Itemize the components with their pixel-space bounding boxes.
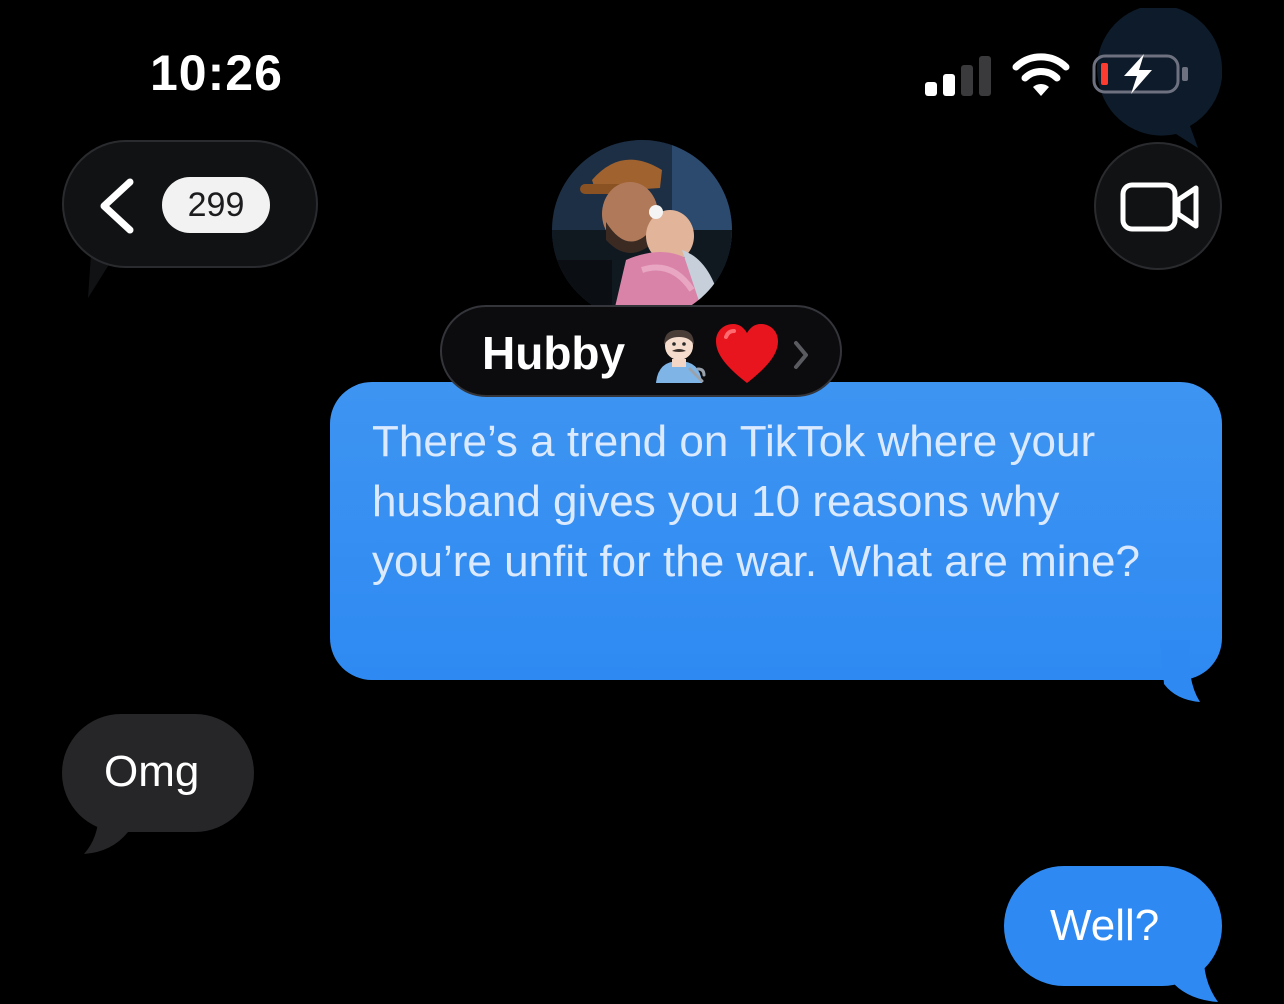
messages-screen: 10:26 299 Hubby There’s a trend on TikTo… bbox=[0, 0, 1284, 1004]
message-bubble-outgoing[interactable]: Well? bbox=[1004, 866, 1222, 986]
contact-name: Hubby bbox=[482, 327, 626, 379]
signal-icon bbox=[925, 56, 991, 96]
contact-avatar[interactable] bbox=[552, 140, 732, 320]
message-bubble-outgoing[interactable]: There’s a trend on TikTok where your hus… bbox=[330, 382, 1222, 680]
chevron-right-icon bbox=[792, 339, 810, 371]
unread-count-badge[interactable]: 299 bbox=[162, 177, 270, 233]
battery-charging-icon bbox=[1092, 52, 1190, 96]
facetime-button[interactable] bbox=[1094, 142, 1222, 270]
message-bubble-incoming[interactable]: Omg bbox=[62, 714, 254, 832]
wifi-icon bbox=[1012, 52, 1070, 96]
status-time: 10:26 bbox=[150, 45, 283, 101]
red-heart-emoji bbox=[714, 323, 780, 385]
man-mechanic-emoji bbox=[650, 325, 708, 383]
contact-name-button[interactable]: Hubby bbox=[440, 305, 842, 397]
video-camera-icon bbox=[1120, 182, 1200, 232]
bubble-tail bbox=[1160, 640, 1202, 704]
chevron-left-icon[interactable] bbox=[94, 176, 138, 236]
